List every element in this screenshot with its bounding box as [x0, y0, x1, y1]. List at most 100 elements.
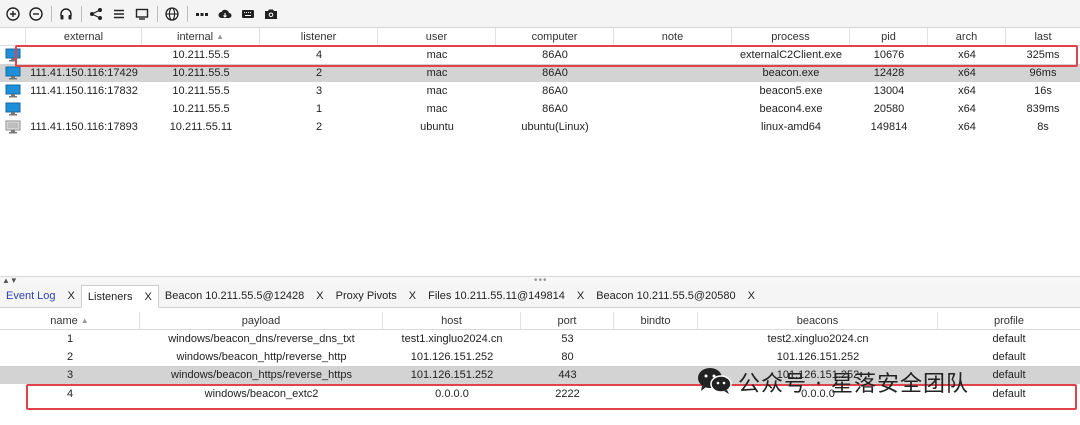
tab-listeners[interactable]: Listeners X [80, 285, 159, 308]
monitor-icon[interactable] [132, 4, 152, 24]
tab-close-button[interactable]: X [577, 290, 584, 302]
tab-close-button[interactable]: X [748, 290, 755, 302]
column-header-profile[interactable]: profile [938, 312, 1080, 329]
cell-name: 4 [66, 388, 74, 400]
cell-process: linux-amd64 [761, 121, 821, 133]
column-header-host[interactable]: host [383, 312, 521, 329]
cell-internal: 10.211.55.5 [172, 67, 230, 79]
column-header-payload[interactable]: payload [140, 312, 383, 329]
tab-beacon-12428[interactable]: Beacon 10.211.55.5@12428 X [159, 285, 330, 307]
cell-process: beacon5.exe [759, 85, 823, 97]
cell-user: ubuntu [420, 121, 454, 133]
cell-arch: x64 [958, 103, 976, 115]
beacon-row[interactable]: 111.41.150.116:17832 10.211.55.5 3 mac 8… [0, 82, 1080, 100]
column-header-process[interactable]: process [732, 28, 850, 45]
cell-name: 1 [66, 333, 74, 345]
split-pane-divider[interactable]: ▲▼ ••• [0, 275, 1080, 286]
cell-external: 111.41.150.116:17832 [30, 85, 138, 97]
cell-listener: 2 [315, 67, 323, 79]
cell-pid: 12428 [873, 67, 905, 79]
column-header-computer[interactable]: computer [496, 28, 614, 45]
cell-user: mac [426, 85, 448, 97]
windows-beacon-icon [0, 66, 26, 80]
tab-label: Beacon 10.211.55.5@20580 [596, 290, 736, 302]
column-header-beacons[interactable]: beacons [698, 312, 938, 329]
column-header-internal[interactable]: internal ▲ [142, 28, 260, 45]
cell-payload: windows/beacon_http/reverse_http [176, 351, 347, 363]
cell-port: 80 [561, 351, 574, 363]
tab-close-button[interactable]: X [145, 291, 152, 303]
cloud-download-icon[interactable] [215, 4, 235, 24]
cell-last: 8s [1037, 121, 1049, 133]
dots-icon[interactable] [192, 4, 212, 24]
listener-row[interactable]: 2 windows/beacon_http/reverse_http 101.1… [0, 348, 1080, 366]
sort-ascending-icon: ▲ [216, 32, 224, 41]
cell-process: beacon4.exe [759, 103, 823, 115]
headphones-icon[interactable] [56, 4, 76, 24]
cell-process: beacon.exe [762, 67, 820, 79]
beacon-row[interactable]: 111.41.150.116:17429 10.211.55.5 2 mac 8… [0, 64, 1080, 82]
beacon-row[interactable]: 10.211.55.5 1 mac 86A0 beacon4.exe 20580… [0, 100, 1080, 118]
tab-files-149814[interactable]: Files 10.211.55.11@149814 X [422, 285, 590, 307]
cell-arch: x64 [958, 121, 976, 133]
tab-proxy-pivots[interactable]: Proxy Pivots X [330, 285, 422, 307]
cell-host: 101.126.151.252 [410, 351, 494, 363]
cell-payload: windows/beacon_extc2 [204, 388, 319, 400]
cell-name: 2 [66, 351, 74, 363]
globe-icon[interactable] [162, 4, 182, 24]
cell-last: 16s [1034, 85, 1052, 97]
cell-payload: windows/beacon_dns/reverse_dns_txt [168, 333, 355, 345]
cell-payload: windows/beacon_https/reverse_https [171, 369, 352, 381]
cell-profile: default [992, 333, 1026, 345]
cell-external: 111.41.150.116:17429 [30, 67, 138, 79]
cell-pid: 13004 [873, 85, 905, 97]
camera-icon[interactable] [261, 4, 281, 24]
cell-listener: 4 [315, 49, 323, 61]
column-header-listener[interactable]: listener [260, 28, 378, 45]
minus-circle-icon[interactable] [26, 4, 46, 24]
cell-pid: 20580 [873, 103, 905, 115]
plus-circle-icon[interactable] [3, 4, 23, 24]
tab-close-button[interactable]: X [68, 290, 75, 302]
cell-listener: 2 [315, 121, 323, 133]
cell-computer: 86A0 [542, 85, 568, 97]
column-header-port[interactable]: port [521, 312, 614, 329]
beacon-table-header: external internal ▲ listener user compute… [0, 28, 1080, 46]
column-header-arch[interactable]: arch [928, 28, 1006, 45]
toolbar-separator [157, 5, 158, 22]
tab-beacon-20580[interactable]: Beacon 10.211.55.5@20580 X [590, 285, 761, 307]
listener-row[interactable]: 1 windows/beacon_dns/reverse_dns_txt tes… [0, 330, 1080, 348]
tab-close-button[interactable]: X [409, 290, 416, 302]
cell-process: externalC2Client.exe [739, 49, 843, 61]
column-header-name[interactable]: name ▲ [0, 312, 140, 329]
share-icon[interactable] [86, 4, 106, 24]
list-icon[interactable] [109, 4, 129, 24]
tab-label: Files 10.211.55.11@149814 [428, 290, 565, 302]
column-header-last[interactable]: last [1006, 28, 1080, 45]
cell-user: mac [426, 103, 448, 115]
cell-port: 443 [558, 369, 577, 381]
cell-listener: 1 [315, 103, 323, 115]
beacon-row[interactable]: 10.211.55.5 4 mac 86A0 externalC2Client.… [0, 46, 1080, 64]
column-header-pid[interactable]: pid [850, 28, 928, 45]
listener-table-header: name ▲ payload host port bindto beacons p… [0, 312, 1080, 330]
tab-label: Proxy Pivots [335, 290, 397, 302]
column-header-external[interactable]: external [26, 28, 142, 45]
windows-beacon-icon [0, 102, 26, 116]
cell-port: 53 [561, 333, 574, 345]
column-header-note[interactable]: note [614, 28, 732, 45]
tab-label: Listeners [87, 290, 133, 303]
column-header-user[interactable]: user [378, 28, 496, 45]
cell-host: test1.xingluo2024.cn [401, 333, 503, 345]
cell-internal: 10.211.55.11 [169, 121, 233, 133]
tab-close-button[interactable]: X [316, 290, 323, 302]
cell-computer: 86A0 [542, 67, 568, 79]
tab-event-log[interactable]: Event Log X [0, 285, 81, 307]
column-header-bindto[interactable]: bindto [614, 312, 698, 329]
cell-pid: 149814 [870, 121, 908, 133]
cell-user: mac [426, 49, 448, 61]
cell-arch: x64 [958, 85, 976, 97]
keyboard-icon[interactable] [238, 4, 258, 24]
beacon-row[interactable]: 111.41.150.116:17893 10.211.55.11 2 ubun… [0, 118, 1080, 136]
cell-profile: default [992, 351, 1026, 363]
